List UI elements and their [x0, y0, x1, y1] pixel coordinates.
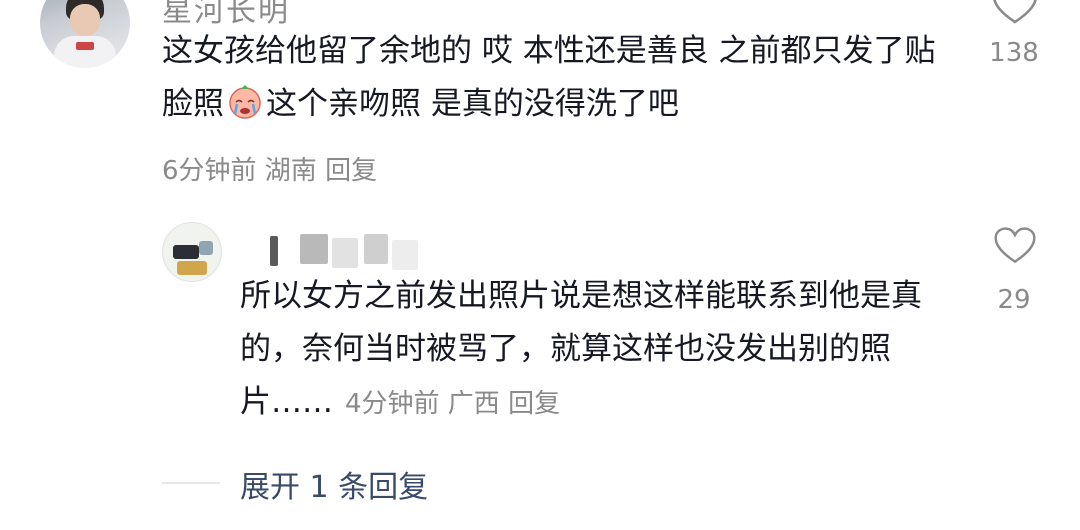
reply-meta[interactable]: 4分钟前 广西 回复	[345, 389, 560, 419]
like-heart-icon[interactable]	[992, 226, 1038, 266]
blur-block	[364, 234, 388, 264]
reply-text-body: 所以女方之前发出照片说是想这样能联系到他是真的，奈何当时被骂了，就算这样也没发出…	[240, 278, 922, 420]
avatar-shape-b	[177, 261, 207, 275]
crying-face-emoji-icon	[226, 82, 264, 120]
blur-block	[392, 240, 418, 270]
like-heart-icon[interactable]	[990, 0, 1040, 26]
reply-username-blurred[interactable]	[270, 234, 420, 270]
blur-block	[270, 236, 278, 266]
blur-block	[300, 234, 328, 264]
avatar-shape-c	[199, 241, 213, 255]
like-count: 29	[997, 285, 1031, 315]
avatar-shape-a	[173, 245, 199, 259]
expand-replies-button[interactable]: 展开 1 条回复	[240, 462, 428, 506]
blur-block	[332, 238, 358, 268]
comment-meta[interactable]: 6分钟前 湖南 回复	[162, 150, 377, 187]
like-count: 138	[989, 38, 1039, 68]
reply-user-avatar[interactable]	[162, 222, 222, 282]
avatar-face	[70, 4, 100, 36]
user-avatar[interactable]	[40, 0, 130, 68]
comment-text: 这女孩给他留了余地的 哎 本性还是善良 之前都只发了贴脸照 这个亲吻照 是真的没…	[162, 25, 942, 131]
avatar-shirt	[54, 36, 116, 68]
reply-text: 所以女方之前发出照片说是想这样能联系到他是真的，奈何当时被骂了，就算这样也没发出…	[240, 270, 960, 431]
comment-text-part2: 这个亲吻照 是真的没得洗了吧	[266, 86, 679, 122]
avatar-shirt-logo	[76, 42, 94, 50]
divider	[162, 482, 220, 484]
